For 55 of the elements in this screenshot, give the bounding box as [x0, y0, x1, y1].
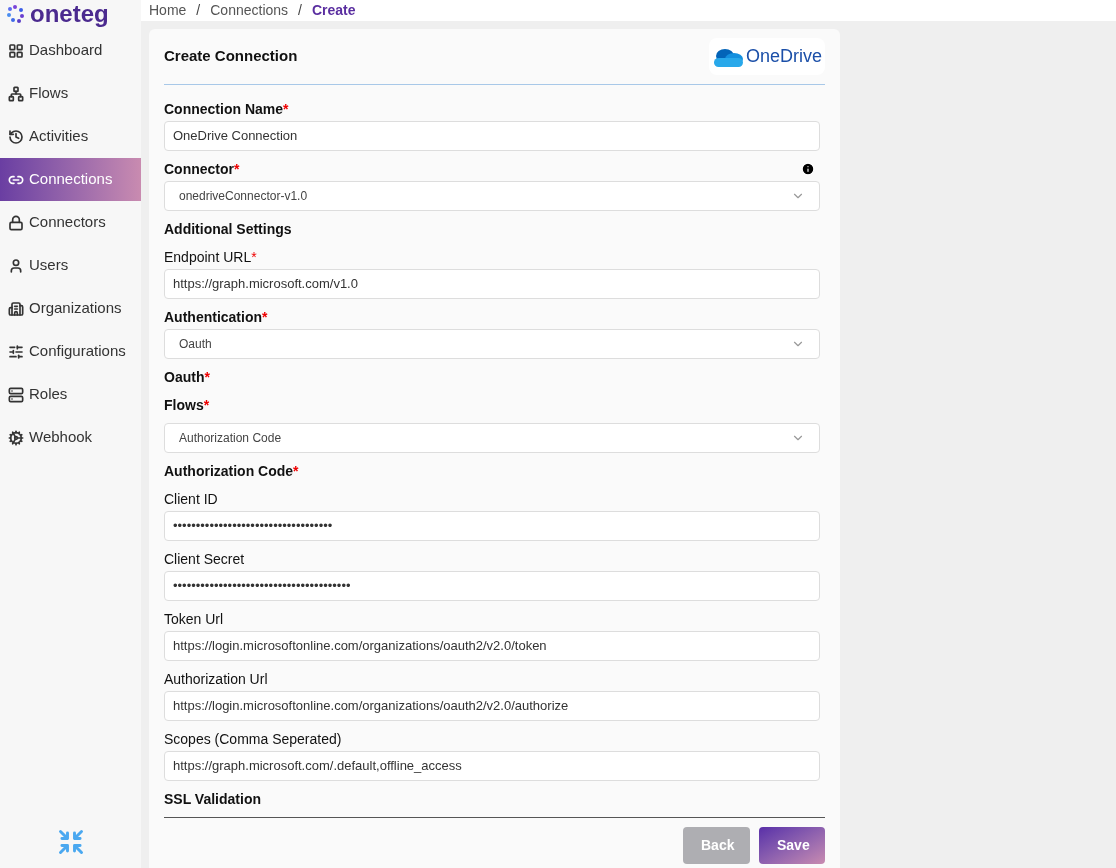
- sidebar-item[interactable]: Connections: [0, 158, 141, 201]
- sidebar-item[interactable]: Webhook: [0, 416, 141, 459]
- gear-icon: [8, 429, 24, 446]
- input-field[interactable]: OneDrive Connection: [164, 121, 820, 151]
- building-icon: [8, 300, 24, 317]
- server-icon: [8, 386, 24, 403]
- input-field[interactable]: •••••••••••••••••••••••••••••••••••••••: [164, 571, 820, 601]
- sidebar-item[interactable]: Activities: [0, 115, 141, 158]
- info-icon[interactable]: [801, 162, 815, 176]
- breadcrumb-link[interactable]: Connections: [210, 0, 289, 21]
- breadcrumb-separator: /: [298, 1, 302, 20]
- field-label: Authorization Code*: [164, 461, 299, 481]
- field-label: Connection Name*: [164, 99, 289, 119]
- sidebar-item[interactable]: Configurations: [0, 330, 141, 373]
- sidebar-item[interactable]: Dashboard: [0, 29, 141, 72]
- field-label: Client Secret: [164, 549, 245, 569]
- sidebar-item[interactable]: Roles: [0, 373, 141, 416]
- card-title: Create Connection: [164, 46, 298, 67]
- cloud-icon: [711, 46, 744, 67]
- field-label: Token Url: [164, 609, 224, 629]
- field-label: Authentication*: [164, 307, 268, 327]
- select-field[interactable]: Oauth: [164, 329, 820, 359]
- sidebar-item[interactable]: Connectors: [0, 201, 141, 244]
- breadcrumb-link[interactable]: Home: [149, 0, 187, 21]
- history-icon: [8, 128, 24, 145]
- select-field[interactable]: onedriveConnector-v1.0: [164, 181, 820, 211]
- field-label: Additional Settings: [164, 219, 292, 239]
- sidebar-item[interactable]: Flows: [0, 72, 141, 115]
- sidebar-item[interactable]: Users: [0, 244, 141, 287]
- onedrive-logo: OneDrive: [708, 38, 825, 75]
- field-label: Authorization Url: [164, 669, 268, 689]
- save-button[interactable]: Save: [759, 827, 825, 864]
- logo-text: oneteg: [30, 2, 109, 26]
- lock-icon: [8, 214, 24, 231]
- input-field[interactable]: •••••••••••••••••••••••••••••••••••: [164, 511, 820, 541]
- field-label: Scopes (Comma Seperated): [164, 729, 342, 749]
- sidebar-item[interactable]: Organizations: [0, 287, 141, 330]
- field-label: SSL Validation: [164, 789, 261, 809]
- field-label: Connector*: [164, 159, 240, 179]
- field-label: Endpoint URL*: [164, 247, 257, 267]
- input-field[interactable]: https://login.microsoftonline.com/organizations/oauth2/v2.0/authorize: [164, 691, 820, 721]
- field-label: Flows*: [164, 395, 210, 415]
- select-field[interactable]: Authorization Code: [164, 423, 820, 453]
- sliders-icon: [8, 343, 24, 360]
- input-field[interactable]: https://graph.microsoft.com/v1.0: [164, 269, 820, 299]
- input-field[interactable]: https://graph.microsoft.com/.default,offline_access: [164, 751, 820, 781]
- field-label: Oauth*: [164, 367, 210, 387]
- breadcrumb-link[interactable]: Create: [311, 0, 356, 21]
- field-label: Client ID: [164, 489, 218, 509]
- grid-icon: [8, 42, 24, 59]
- input-field[interactable]: https://login.microsoftonline.com/organizations/oauth2/v2.0/token: [164, 631, 820, 661]
- logo-icon: [6, 4, 26, 24]
- breadcrumb-separator: /: [196, 1, 201, 20]
- user-icon: [8, 257, 24, 274]
- sitemap-icon: [8, 85, 24, 102]
